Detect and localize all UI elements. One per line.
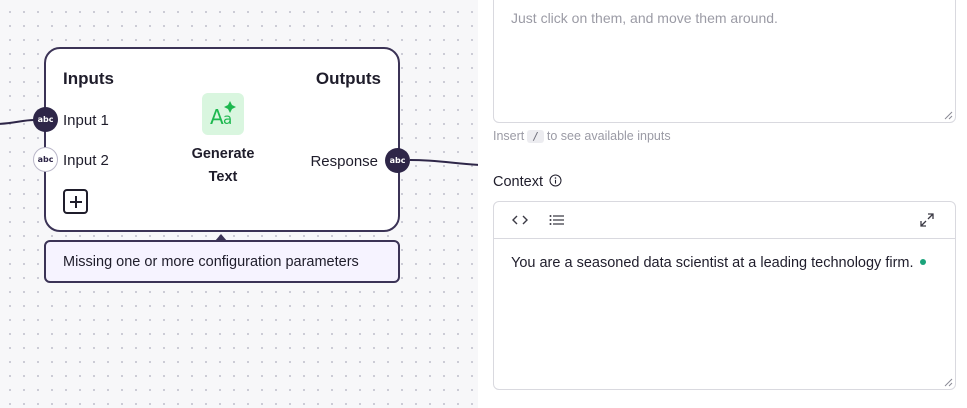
- plus-icon: [69, 195, 82, 208]
- input-2-handle[interactable]: abc: [33, 147, 58, 172]
- context-editor[interactable]: You are a seasoned data scientist at a l…: [493, 201, 956, 390]
- input-1-handle[interactable]: abc: [33, 107, 58, 132]
- insert-hint: Insert / to see available inputs: [493, 129, 671, 143]
- response-output-label: Response: [310, 153, 378, 170]
- resize-handle-icon[interactable]: [944, 111, 953, 120]
- instructions-textarea[interactable]: Just click on them, and move them around…: [493, 0, 956, 123]
- node-title-line1: Generate: [191, 146, 255, 162]
- slash-key: /: [527, 130, 544, 143]
- expand-editor-button[interactable]: [917, 211, 937, 229]
- config-panel: Just click on them, and move them around…: [478, 0, 967, 408]
- input-1-label: Input 1: [63, 112, 109, 129]
- code-icon: [512, 215, 528, 225]
- warning-text: Missing one or more configuration parame…: [63, 254, 359, 270]
- hint-suffix: to see available inputs: [546, 129, 671, 143]
- hint-prefix: Insert: [493, 129, 525, 143]
- context-label-text: Context: [493, 174, 543, 190]
- context-text: You are a seasoned data scientist at a l…: [511, 255, 926, 271]
- list-icon: [549, 215, 564, 225]
- text-generate-icon: A a: [202, 93, 244, 135]
- context-value: You are a seasoned data scientist at a l…: [511, 255, 914, 271]
- add-input-button[interactable]: [63, 189, 88, 214]
- flow-canvas[interactable]: Inputs Outputs Input 1 Input 2 Response …: [0, 0, 478, 408]
- outputs-title: Outputs: [315, 69, 381, 88]
- configuration-warning: Missing one or more configuration parame…: [44, 240, 400, 283]
- resize-handle-icon[interactable]: [944, 378, 953, 387]
- editor-toolbar: [494, 202, 955, 239]
- svg-text:A: A: [210, 105, 224, 129]
- input-wire: [0, 119, 35, 125]
- response-output-handle[interactable]: abc: [385, 148, 410, 173]
- input-2-label: Input 2: [63, 152, 109, 169]
- output-wire: [409, 159, 478, 166]
- status-dot: [919, 259, 926, 265]
- instructions-text: Just click on them, and move them around…: [511, 10, 778, 26]
- generate-text-node[interactable]: Inputs Outputs Input 1 Input 2 Response …: [44, 47, 400, 232]
- inputs-title: Inputs: [63, 69, 114, 88]
- node-title-line2: Text: [208, 169, 238, 185]
- context-label: Context: [493, 174, 562, 190]
- node-title: Generate Text: [176, 143, 270, 189]
- svg-text:a: a: [223, 110, 232, 128]
- info-icon[interactable]: [549, 174, 562, 187]
- code-view-button[interactable]: [510, 211, 530, 229]
- expand-icon: [920, 213, 934, 227]
- list-view-button[interactable]: [547, 211, 567, 229]
